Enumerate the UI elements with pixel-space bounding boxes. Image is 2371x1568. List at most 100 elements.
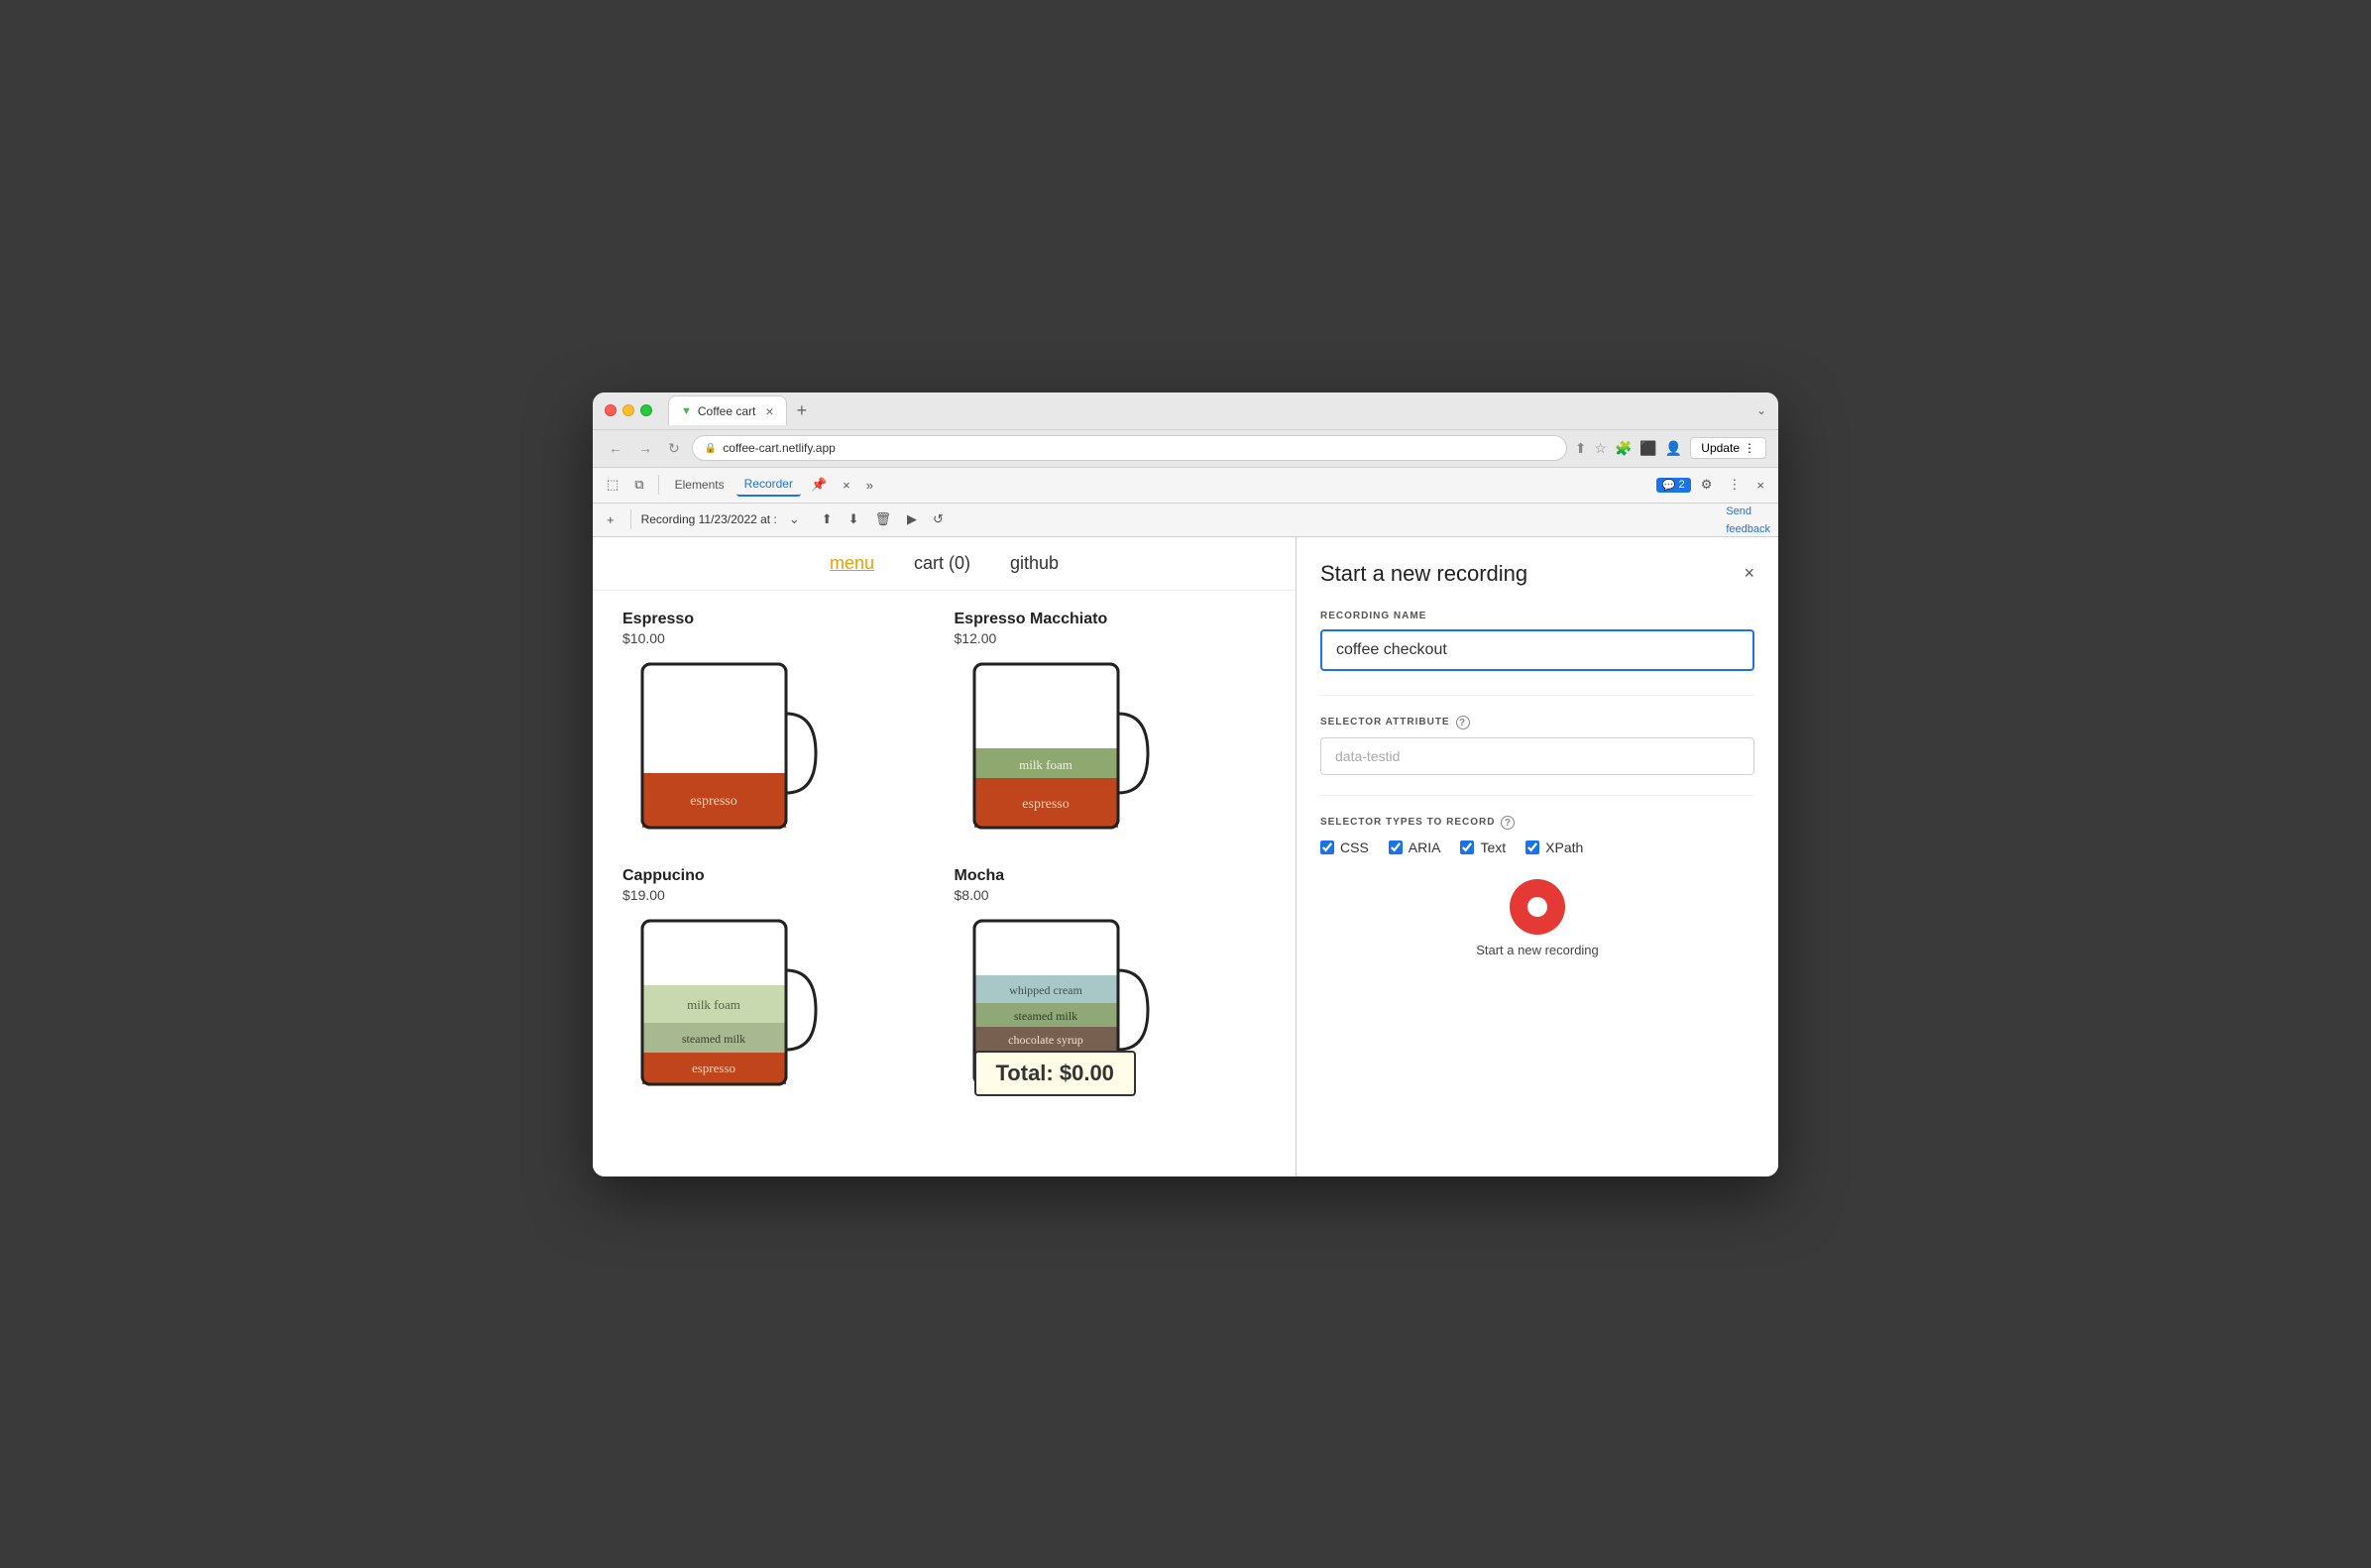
tab-list-chevron[interactable]: ⌄ [1756, 403, 1766, 417]
tab-close-button[interactable]: × [765, 403, 773, 419]
checkbox-css[interactable]: CSS [1320, 840, 1369, 855]
svg-text:whipped cream: whipped cream [1009, 983, 1082, 997]
reload-button[interactable]: ↻ [664, 438, 684, 459]
send-feedback-link[interactable]: Send feedback [1726, 505, 1770, 535]
coffee-price-macchiato: $12.00 [955, 630, 1267, 646]
bookmark-icon[interactable]: ☆ [1594, 440, 1607, 457]
minimize-traffic-light[interactable] [622, 404, 634, 416]
delete-btn[interactable]: 🗑 [869, 509, 898, 529]
tab-bar: ▼ Coffee cart × + ⌄ [668, 395, 1766, 425]
svg-text:steamed milk: steamed milk [1013, 1009, 1076, 1023]
sidebar-icon[interactable]: ⬛ [1639, 440, 1656, 457]
url-input[interactable]: 🔒 coffee-cart.netlify.app [692, 435, 1567, 461]
checkbox-xpath[interactable]: XPath [1525, 840, 1583, 855]
record-inner-circle [1527, 897, 1547, 917]
svg-text:milk foam: milk foam [687, 997, 740, 1012]
recording-actions: ⬆ ⬇ 🗑 ▶ ↺ [816, 509, 950, 529]
recording-bar: + Recording 11/23/2022 at : ⌄ ⬆ ⬇ 🗑 ▶ ↺ … [593, 504, 1778, 537]
url-bar: ← → ↻ 🔒 coffee-cart.netlify.app ⬆ ☆ 🧩 ⬛ … [593, 430, 1778, 468]
profile-icon[interactable]: 👤 [1665, 440, 1682, 457]
extensions-icon[interactable]: 🧩 [1615, 440, 1632, 457]
selector-types-section: SELECTOR TYPES TO RECORD ? CSS ARIA [1320, 816, 1754, 855]
selector-attr-help-icon[interactable]: ? [1456, 716, 1470, 729]
inspect-element-btn[interactable]: ⬚ [601, 473, 624, 497]
share-icon[interactable]: ⬆ [1575, 440, 1587, 457]
update-label: Update [1701, 441, 1740, 455]
selector-attr-input[interactable]: data-testid [1320, 737, 1754, 775]
recording-name-input[interactable] [1320, 629, 1754, 671]
selector-types-label: SELECTOR TYPES TO RECORD ? [1320, 816, 1754, 830]
close-devtools-btn[interactable]: × [1750, 474, 1770, 497]
selector-types-help-icon[interactable]: ? [1501, 816, 1515, 830]
coffee-item-espresso[interactable]: Espresso $10.00 e [622, 611, 935, 847]
add-recording-btn[interactable]: + [601, 510, 621, 529]
coffee-item-mocha[interactable]: Mocha $8.00 whipped cream steamed milk [955, 867, 1267, 1104]
lock-icon: 🔒 [705, 443, 717, 454]
checkbox-text[interactable]: Text [1460, 840, 1506, 855]
coffee-price-espresso: $10.00 [622, 630, 935, 646]
devtools-separator [658, 475, 659, 495]
devtools-more-icon[interactable]: ⋮ [1722, 473, 1747, 497]
coffee-price-cappucino: $19.00 [622, 887, 935, 903]
forward-button[interactable]: → [634, 438, 656, 458]
start-recording-label: Start a new recording [1476, 943, 1599, 957]
nav-github[interactable]: github [1010, 553, 1059, 574]
recording-name-label: Recording 11/23/2022 at : [641, 512, 777, 526]
checkbox-row: CSS ARIA Text XPath [1320, 840, 1754, 855]
devtools-panel: Start a new recording × RECORDING NAME S… [1297, 537, 1778, 1176]
checkbox-text-input[interactable] [1460, 840, 1474, 854]
new-tab-button[interactable]: + [791, 400, 814, 421]
record-action-section: Start a new recording [1320, 879, 1754, 957]
site-nav: menu cart (0) github [593, 537, 1296, 591]
start-recording-button[interactable] [1510, 879, 1565, 935]
checkbox-aria-label: ARIA [1409, 840, 1441, 855]
maximize-traffic-light[interactable] [640, 404, 652, 416]
recording-dropdown-btn[interactable]: ⌄ [783, 509, 806, 529]
close-traffic-light[interactable] [605, 404, 617, 416]
svg-text:chocolate syrup: chocolate syrup [1008, 1033, 1083, 1047]
play-btn[interactable]: ▶ [901, 509, 923, 529]
rec-separator [630, 509, 631, 529]
checkbox-aria-input[interactable] [1389, 840, 1403, 854]
checkbox-css-input[interactable] [1320, 840, 1334, 854]
website-content: menu cart (0) github Espresso $10.00 [593, 537, 1297, 1176]
issues-badge[interactable]: 💬 2 [1656, 478, 1691, 493]
coffee-item-cappucino[interactable]: Cappucino $19.00 milk foam steamed milk [622, 867, 935, 1104]
settings-icon[interactable]: ⚙ [1695, 473, 1719, 497]
update-menu-icon: ⋮ [1744, 441, 1755, 455]
replay-btn[interactable]: ↺ [927, 509, 950, 529]
coffee-name-macchiato: Espresso Macchiato [955, 611, 1267, 628]
close-recorder-tab-btn[interactable]: × [837, 474, 856, 497]
more-tabs-btn[interactable]: » [860, 474, 879, 497]
tab-elements[interactable]: Elements [667, 474, 733, 496]
form-title-text: Start a new recording [1320, 561, 1527, 587]
svg-text:espresso: espresso [1022, 797, 1069, 812]
selector-attr-label: SELECTOR ATTRIBUTE ? [1320, 716, 1754, 729]
tab-recorder[interactable]: Recorder [736, 473, 801, 497]
content-area: menu cart (0) github Espresso $10.00 [593, 537, 1778, 1176]
cup-macchiato: milk foam espresso [955, 654, 1153, 847]
coffee-item-macchiato[interactable]: Espresso Macchiato $12.00 milk foam [955, 611, 1267, 847]
form-title: Start a new recording × [1320, 561, 1754, 587]
nav-menu[interactable]: menu [830, 553, 874, 574]
active-tab[interactable]: ▼ Coffee cart × [668, 395, 787, 425]
pin-icon[interactable]: 📌 [805, 473, 833, 497]
export-btn[interactable]: ⬆ [816, 509, 839, 529]
download-btn[interactable]: ⬇ [843, 509, 865, 529]
nav-cart[interactable]: cart (0) [914, 553, 970, 574]
coffee-grid: Espresso $10.00 e [593, 591, 1296, 1124]
checkbox-xpath-input[interactable] [1525, 840, 1539, 854]
svg-text:steamed milk: steamed milk [682, 1032, 745, 1046]
traffic-lights [605, 404, 652, 416]
update-button[interactable]: Update ⋮ [1690, 437, 1766, 459]
close-form-button[interactable]: × [1744, 563, 1754, 584]
tab-favicon: ▼ [681, 405, 692, 417]
back-button[interactable]: ← [605, 438, 626, 458]
coffee-name-mocha: Mocha [955, 867, 1267, 885]
tab-title: Coffee cart [698, 404, 755, 418]
coffee-name-cappucino: Cappucino [622, 867, 935, 885]
checkbox-aria[interactable]: ARIA [1389, 840, 1441, 855]
chat-icon: 💬 [1662, 479, 1676, 492]
device-toolbar-btn[interactable]: ⧉ [628, 473, 649, 497]
form-divider-2 [1320, 795, 1754, 796]
